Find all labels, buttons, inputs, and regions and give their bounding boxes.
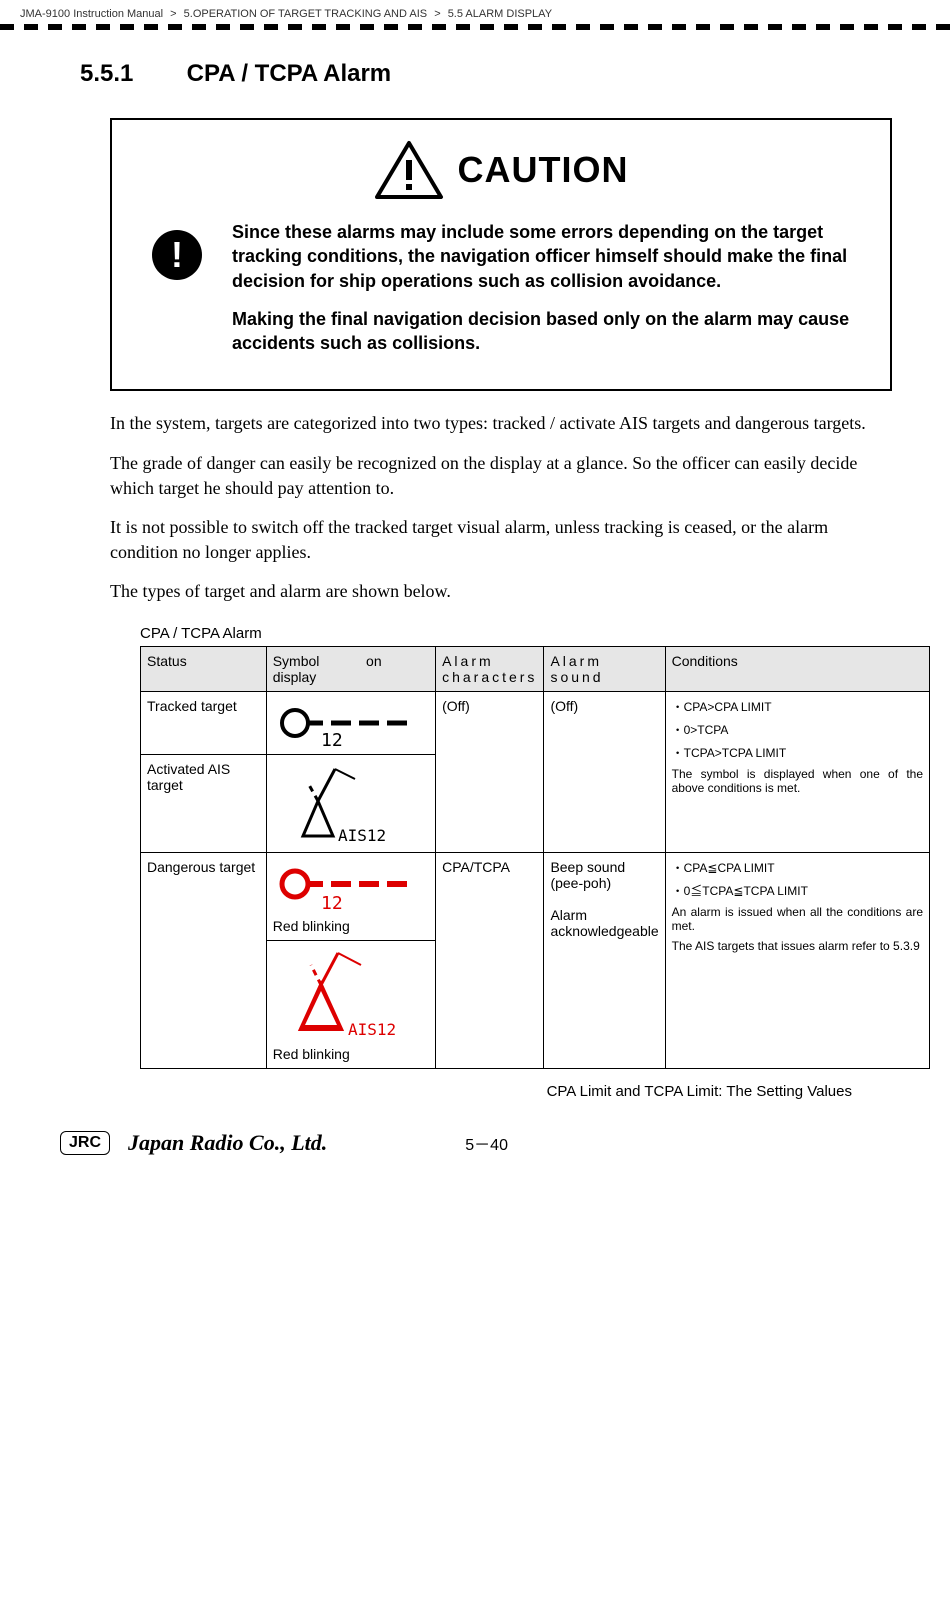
- cond-line: The symbol is displayed when one of the …: [672, 767, 923, 795]
- cond-line: The AIS targets that issues alarm refer …: [672, 939, 923, 953]
- cell-chars-off: (Off): [436, 691, 544, 852]
- cell-status: Activated AIS target: [141, 754, 267, 852]
- page-number: 5－40: [465, 1131, 508, 1155]
- tracked-target-icon: 12: [273, 698, 423, 748]
- cond-line: ・CPA≦CPA LIMIT: [672, 859, 923, 876]
- cell-status: Tracked target: [141, 691, 267, 754]
- section-heading: CPA / TCPA Alarm: [187, 60, 391, 87]
- cell-conditions-2: ・CPA≦CPA LIMIT ・0≦TCPA≦TCPA LIMIT An ala…: [665, 852, 929, 1068]
- symbol-caption: Red blinking: [273, 918, 429, 934]
- section-name: 5.5 ALARM DISPLAY: [448, 8, 552, 20]
- body-paragraph: In the system, targets are categorized i…: [110, 411, 892, 436]
- footnote: CPA Limit and TCPA Limit: The Setting Va…: [80, 1083, 852, 1100]
- caution-header: CAUTION: [112, 120, 890, 210]
- cell-status: Dangerous target: [141, 852, 267, 1068]
- cell-conditions-1: ・CPA>CPA LIMIT ・0>TCPA ・TCPA>TCPA LIMIT …: [665, 691, 929, 852]
- manual-name: JMA-9100 Instruction Manual: [20, 8, 163, 20]
- cond-line: ・0≦TCPA≦TCPA LIMIT: [672, 882, 923, 899]
- cond-line: An alarm is issued when all the conditio…: [672, 905, 923, 933]
- table-title: CPA / TCPA Alarm: [140, 625, 892, 642]
- th-status: Status: [141, 646, 267, 691]
- cell-symbol-danger-tracked: 12 Red blinking: [266, 852, 435, 940]
- table-row: Tracked target 12 (Off) (Off) ・CPA>CPA L…: [141, 691, 930, 754]
- cell-symbol-tracked: 12: [266, 691, 435, 754]
- caution-text: Since these alarms may include some erro…: [232, 220, 860, 369]
- section-number: 5.5.1: [80, 60, 180, 88]
- jrc-logo: JRC: [60, 1131, 110, 1155]
- cond-line: ・CPA>CPA LIMIT: [672, 698, 923, 715]
- th-sound: Alarm sound: [544, 646, 665, 691]
- table-header-row: Status Symbol ondisplaySymbol on display…: [141, 646, 930, 691]
- cell-symbol-ais: AIS12: [266, 754, 435, 852]
- exclamation-circle-icon: !: [152, 230, 202, 280]
- cond-line: ・0>TCPA: [672, 721, 923, 738]
- cell-symbol-danger-ais: AIS12 Red blinking: [266, 940, 435, 1068]
- caution-label: CAUTION: [458, 149, 629, 191]
- body-paragraph: It is not possible to switch off the tra…: [110, 515, 892, 565]
- th-symbol: Symbol ondisplaySymbol on displaydocumen…: [266, 646, 435, 691]
- breadcrumb: JMA-9100 Instruction Manual > 5.OPERATIO…: [0, 0, 952, 24]
- symbol-label: 12: [321, 730, 343, 748]
- th-cond: Conditions: [665, 646, 929, 691]
- cell-chars-danger: CPA/TCPA: [436, 852, 544, 1068]
- alarm-table: Status Symbol ondisplaySymbol on display…: [140, 646, 930, 1069]
- company-name: Japan Radio Co., Ltd.: [128, 1130, 327, 1156]
- table-row: Dangerous target 12 Red blinking CPA/TCP…: [141, 852, 930, 940]
- section-title: 5.5.1 CPA / TCPA Alarm: [80, 60, 892, 88]
- th-chars: Alarm characters: [436, 646, 544, 691]
- dashed-divider: [0, 24, 952, 30]
- body-paragraph: The types of target and alarm are shown …: [110, 579, 892, 604]
- caution-paragraph-2: Making the final navigation decision bas…: [232, 307, 860, 356]
- cell-sound-off: (Off): [544, 691, 665, 852]
- cond-line: ・TCPA>TCPA LIMIT: [672, 744, 923, 761]
- symbol-label: 12: [321, 893, 343, 914]
- warning-triangle-icon: [374, 140, 444, 200]
- symbol-label: AIS12: [338, 826, 386, 845]
- caution-box: CAUTION ! Since these alarms may include…: [110, 118, 892, 391]
- chapter-name: 5.OPERATION OF TARGET TRACKING AND AIS: [184, 8, 427, 20]
- breadcrumb-sep: >: [434, 8, 440, 20]
- caution-paragraph-1: Since these alarms may include some erro…: [232, 220, 860, 293]
- cell-sound-danger: Beep sound (pee-poh) Alarm acknowledgeab…: [544, 852, 665, 1068]
- breadcrumb-sep: >: [170, 8, 176, 20]
- ais-target-icon: AIS12: [273, 761, 423, 846]
- page-footer: JRC Japan Radio Co., Ltd. 5－40: [0, 1100, 952, 1176]
- symbol-caption: Red blinking: [273, 1046, 429, 1062]
- body-paragraph: The grade of danger can easily be recogn…: [110, 451, 892, 501]
- dangerous-ais-icon: AIS12: [273, 947, 423, 1042]
- symbol-label: AIS12: [348, 1020, 396, 1039]
- dangerous-tracked-icon: 12: [273, 859, 423, 914]
